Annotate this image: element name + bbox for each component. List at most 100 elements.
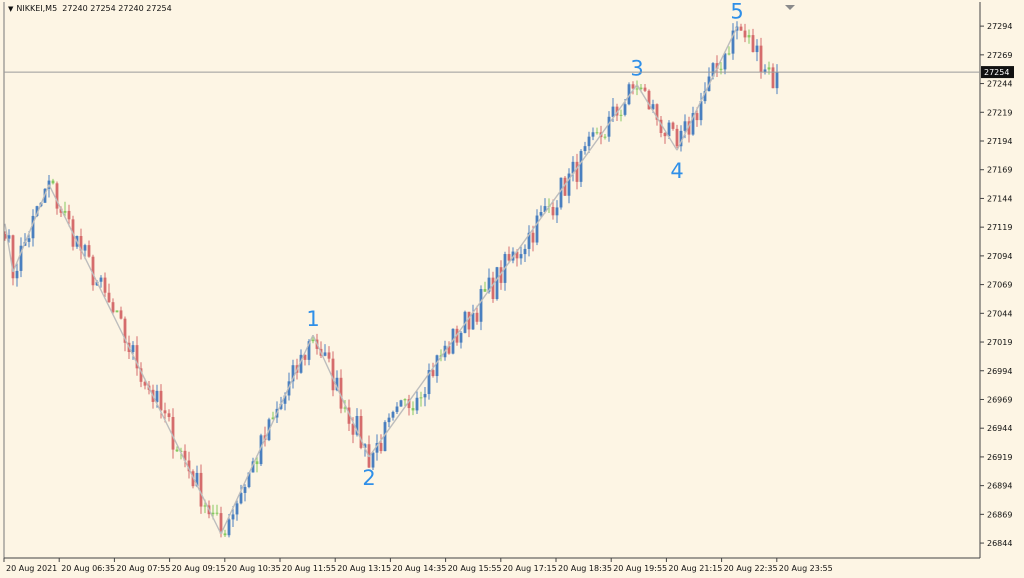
candle	[655, 103, 659, 126]
candle-body	[507, 254, 511, 261]
symbol-name: NIKKEI,M5	[16, 4, 58, 13]
candle	[323, 344, 327, 357]
candle-body	[675, 128, 679, 147]
candle	[399, 399, 403, 407]
candle	[747, 29, 751, 44]
candle	[535, 209, 539, 246]
zigzag-segment	[220, 334, 314, 535]
wave-label: 2	[362, 466, 375, 490]
candle-body	[387, 417, 391, 423]
candle	[235, 500, 239, 521]
candle-body	[607, 116, 611, 137]
price-tick-label: 26944	[987, 424, 1012, 433]
candle-body	[635, 88, 639, 90]
candle-body	[491, 277, 495, 300]
wave-label: 1	[306, 307, 319, 331]
time-tick-label: 20 Aug 11:55	[282, 564, 336, 573]
candle-body	[471, 312, 475, 330]
candle-body	[155, 390, 159, 402]
candle	[751, 28, 755, 53]
candle	[407, 394, 411, 416]
candle	[119, 306, 123, 320]
candles-layer	[3, 21, 779, 538]
candle	[51, 178, 55, 185]
time-axis: 20 Aug 2021 20 Aug 06:35 20 Aug 07:55 20 Au…	[3, 558, 833, 573]
candle-body	[255, 461, 259, 465]
time-tick-label: 20 Aug 21:15	[668, 564, 722, 573]
candle	[199, 464, 203, 514]
candle-body	[27, 238, 31, 242]
candle	[79, 228, 83, 260]
candle	[379, 434, 383, 454]
candle-body	[531, 232, 535, 243]
chart-shift-triangle-icon[interactable]	[785, 5, 795, 10]
price-chart[interactable]: 26844 26869 26894 26919 26944 26969 26994 27019…	[0, 0, 1024, 578]
candle-body	[107, 292, 111, 303]
candle-body	[775, 72, 779, 89]
chart-window[interactable]: 26844 26869 26894 26919 26944 26969 26994 27019…	[0, 0, 1024, 578]
candle-body	[415, 397, 419, 411]
candle	[367, 435, 371, 469]
candle-body	[327, 352, 331, 359]
candle-body	[399, 400, 403, 407]
time-tick-label: 20 Aug 14:35	[392, 564, 446, 573]
candle-body	[391, 411, 395, 418]
time-tick-label: 20 Aug 17:15	[503, 564, 557, 573]
price-tick-label: 27019	[987, 338, 1012, 347]
candle	[763, 64, 767, 75]
candle	[495, 266, 499, 301]
candle	[739, 23, 743, 31]
time-tick-label: 20 Aug 23:55	[779, 564, 833, 573]
candle	[215, 504, 219, 516]
price-tick-label: 27194	[987, 137, 1012, 146]
candle-body	[727, 53, 731, 55]
candle-body	[227, 519, 231, 536]
candle-body	[243, 487, 247, 493]
wave-label: 3	[630, 57, 643, 81]
candle	[31, 209, 35, 247]
candle-body	[667, 122, 671, 137]
candle-body	[235, 503, 239, 515]
price-tick-label: 27294	[987, 22, 1012, 31]
candle	[331, 351, 335, 397]
price-tick-label: 27069	[987, 281, 1012, 290]
candle	[99, 275, 103, 288]
zigzag-segment	[48, 184, 222, 535]
candle	[635, 80, 639, 96]
candle-body	[595, 132, 599, 134]
candle-body	[755, 45, 759, 53]
candle	[135, 336, 139, 376]
candle	[327, 346, 331, 363]
candle-body	[575, 161, 579, 182]
candle	[523, 244, 527, 263]
candle	[491, 271, 495, 303]
candle-body	[479, 289, 483, 322]
zigzag-segment	[636, 84, 678, 151]
candle-body	[495, 267, 499, 300]
candle-body	[603, 136, 607, 138]
candle-body	[611, 106, 615, 117]
candle	[567, 168, 571, 204]
candle-body	[551, 206, 555, 216]
triangle-down-icon[interactable]: ▼	[8, 5, 13, 13]
candle-body	[403, 399, 407, 401]
candle-body	[467, 311, 471, 330]
candle	[103, 272, 107, 298]
candle-body	[539, 212, 543, 216]
candle	[15, 263, 19, 287]
candle	[607, 111, 611, 142]
candle-body	[331, 358, 335, 391]
candle	[503, 251, 507, 291]
candle-body	[411, 408, 415, 411]
price-tick-label: 26994	[987, 367, 1012, 376]
candle-body	[459, 332, 463, 343]
price-tick-label: 27219	[987, 108, 1012, 117]
candle	[471, 304, 475, 330]
candle-body	[743, 30, 747, 38]
time-tick-label: 20 Aug 2021	[6, 564, 57, 573]
time-tick-label: 20 Aug 06:35	[61, 564, 115, 573]
candle-body	[719, 68, 723, 70]
price-tick-label: 27269	[987, 51, 1012, 60]
candle-body	[115, 310, 119, 313]
price-tick-label: 27094	[987, 252, 1012, 261]
